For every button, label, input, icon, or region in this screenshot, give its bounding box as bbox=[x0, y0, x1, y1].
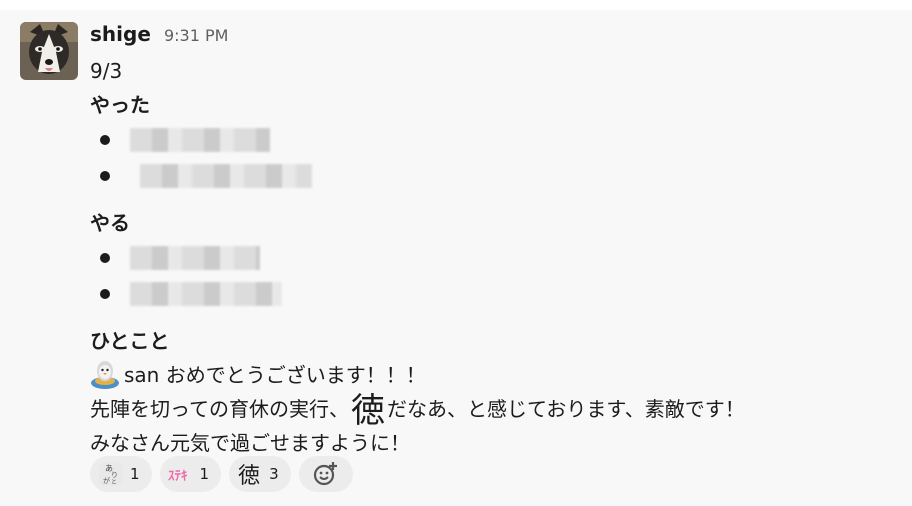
user-emoji-icon bbox=[90, 359, 120, 389]
list-item bbox=[90, 276, 890, 312]
reaction-count: 1 bbox=[130, 465, 140, 483]
redacted-text bbox=[130, 128, 270, 152]
arigato-icon: あ り が と bbox=[98, 461, 124, 487]
comment-line-2: 先陣を切っての育休の実行、徳 だなあ、と感じております、素敵です！ bbox=[90, 391, 890, 431]
svg-text:ｽﾃｷ: ｽﾃｷ bbox=[168, 469, 188, 484]
svg-text:が: が bbox=[103, 476, 110, 485]
reaction-count: 1 bbox=[199, 465, 210, 483]
bullet bbox=[100, 171, 110, 181]
done-list bbox=[90, 122, 890, 194]
bullet bbox=[100, 253, 110, 263]
message-header: shige 9:31 PM bbox=[90, 22, 228, 46]
reaction-suteki[interactable]: ｽﾃｷ 1 bbox=[159, 456, 222, 492]
svg-text:徳: 徳 bbox=[238, 464, 260, 487]
add-reaction-button[interactable] bbox=[298, 456, 353, 492]
avatar[interactable] bbox=[20, 22, 78, 80]
bullet bbox=[100, 289, 110, 299]
redacted-text bbox=[130, 246, 260, 270]
list-item bbox=[90, 158, 890, 194]
comment-line-1-text: san おめでとうございます！！！ bbox=[124, 363, 426, 387]
date-line: 9/3 bbox=[90, 59, 123, 83]
comment-line-2-before: 先陣を切っての育休の実行、 bbox=[90, 397, 349, 421]
comment-line-2-after: だなあ、と感じております、素敵です！ bbox=[387, 397, 745, 421]
todo-heading: やる bbox=[90, 211, 130, 235]
redacted-text bbox=[130, 282, 282, 306]
toku-emoji-icon: 徳 bbox=[351, 391, 385, 431]
message-body: 9/3 やった やる ひとこと san おめでとうございます！！！ 先陣を切って… bbox=[90, 54, 890, 460]
reaction-arigato[interactable]: あ り が と 1 bbox=[90, 456, 152, 492]
comment-line-3: みなさん元気で過ごせますように！ bbox=[90, 431, 410, 455]
reaction-toku[interactable]: 徳 3 bbox=[229, 456, 291, 492]
bullet bbox=[100, 135, 110, 145]
message[interactable]: shige 9:31 PM 9/3 やった やる ひとこと san おめでとうご… bbox=[0, 10, 912, 506]
comment-line-1: san おめでとうございます！！！ bbox=[90, 358, 890, 392]
list-item bbox=[90, 122, 890, 158]
author-name[interactable]: shige bbox=[90, 22, 151, 46]
list-item bbox=[90, 240, 890, 276]
reaction-count: 3 bbox=[269, 465, 279, 483]
reactions-bar: あ り が と 1 ｽﾃｷ 1 徳 3 bbox=[90, 456, 353, 492]
toku-icon: 徳 bbox=[237, 461, 263, 487]
svg-text:と: と bbox=[111, 479, 117, 486]
todo-list bbox=[90, 240, 890, 312]
add-reaction-icon bbox=[313, 462, 337, 486]
suteki-icon: ｽﾃｷ bbox=[168, 461, 194, 487]
svg-text:り: り bbox=[111, 471, 118, 479]
redacted-text bbox=[140, 164, 312, 188]
timestamp[interactable]: 9:31 PM bbox=[164, 26, 228, 45]
done-heading: やった bbox=[90, 93, 150, 117]
comment-heading: ひとこと bbox=[90, 329, 170, 353]
